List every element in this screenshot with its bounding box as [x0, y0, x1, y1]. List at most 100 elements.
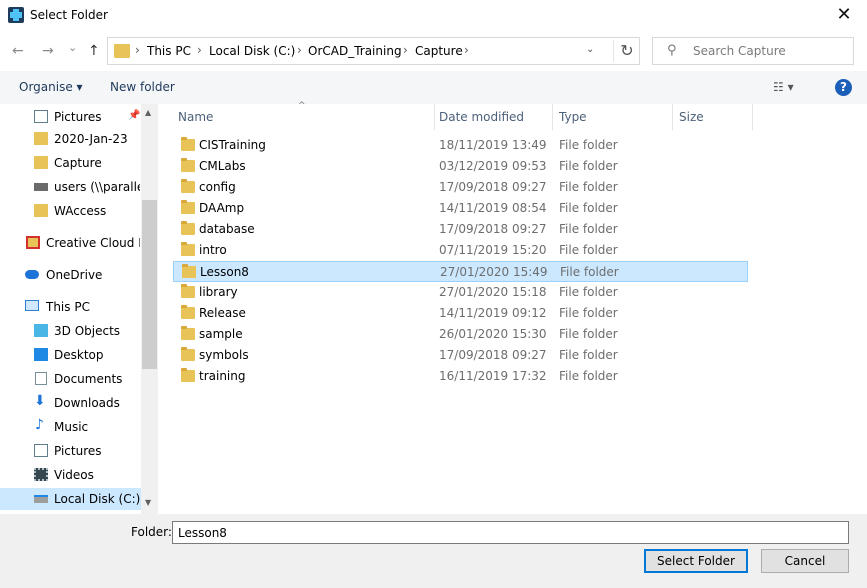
refresh-button[interactable]: ↻	[613, 40, 640, 62]
folder-name-input[interactable]	[172, 521, 849, 544]
row-name: symbols	[199, 348, 249, 362]
column-header-size[interactable]: Size	[679, 110, 704, 124]
file-list: ^ Name Date modified Type Size CISTraini…	[158, 101, 867, 514]
row-date: 27/01/2020 15:18	[439, 285, 547, 299]
sidebar-item-music[interactable]: ♪ Music	[0, 416, 141, 438]
sidebar-scrollbar-thumb[interactable]	[142, 200, 157, 369]
sidebar-item-onedrive[interactable]: OneDrive	[0, 264, 141, 286]
row-name: CMLabs	[199, 159, 246, 173]
table-row[interactable]: training 16/11/2019 17:32 File folder	[173, 366, 748, 387]
address-dropdown-button[interactable]: ⌄	[586, 44, 594, 55]
sidebar-item-documents[interactable]: Documents	[0, 368, 141, 390]
column-header-type[interactable]: Type	[559, 110, 587, 124]
sidebar-item-downloads[interactable]: ⬇ Downloads	[0, 392, 141, 414]
row-name: Release	[199, 306, 246, 320]
organise-button[interactable]: Organise ▾	[19, 80, 83, 94]
folder-icon	[181, 179, 195, 193]
breadcrumb-orcad-training[interactable]: OrCAD_Training	[308, 44, 402, 58]
folder-icon	[181, 221, 195, 235]
videos-icon	[34, 468, 48, 481]
column-header-date[interactable]: Date modified	[439, 110, 524, 124]
row-type: File folder	[560, 265, 619, 279]
table-row[interactable]: sample 26/01/2020 15:30 File folder	[173, 324, 748, 345]
breadcrumb-local-disk[interactable]: Local Disk (C:)	[209, 44, 295, 58]
breadcrumb-this-pc[interactable]: This PC	[147, 44, 191, 58]
sidebar-item-this-pc[interactable]: This PC	[0, 296, 141, 318]
app-icon	[8, 7, 24, 23]
table-row[interactable]: intro 07/11/2019 15:20 File folder	[173, 240, 748, 261]
breadcrumb-separator: ›	[135, 43, 140, 57]
sidebar-item-pictures-quick[interactable]: Pictures 📌	[0, 106, 141, 128]
back-button[interactable]: ←	[12, 43, 24, 59]
column-divider[interactable]	[434, 104, 435, 130]
row-name: DAAmp	[199, 201, 245, 215]
forward-button[interactable]: →	[42, 43, 54, 59]
table-row[interactable]: library 27/01/2020 15:18 File folder	[173, 282, 748, 303]
breadcrumb-separator: ›	[403, 43, 408, 57]
search-box[interactable]: ⚲ Search Capture	[652, 37, 854, 65]
row-date: 07/11/2019 15:20	[439, 243, 547, 257]
row-type: File folder	[559, 243, 618, 257]
column-header-name[interactable]: Name	[178, 110, 213, 124]
table-row[interactable]: CISTraining 18/11/2019 13:49 File folder	[173, 135, 748, 156]
sidebar-item-waccess[interactable]: WAccess	[0, 200, 141, 222]
breadcrumb-separator: ›	[197, 43, 202, 57]
row-type: File folder	[559, 369, 618, 383]
cancel-button[interactable]: Cancel	[761, 549, 849, 573]
row-type: File folder	[559, 138, 618, 152]
select-folder-button[interactable]: Select Folder	[644, 549, 748, 573]
sidebar-item-users-network[interactable]: users (\\parallelr	[0, 176, 141, 198]
folder-icon	[181, 326, 195, 340]
desktop-icon	[34, 348, 48, 361]
table-row[interactable]: config 17/09/2018 09:27 File folder	[173, 177, 748, 198]
sidebar-item-2020-jan-23[interactable]: 2020-Jan-23	[0, 128, 141, 150]
sidebar-item-capture[interactable]: Capture	[0, 152, 141, 174]
recent-locations-button[interactable]: ⌄	[68, 40, 77, 56]
sidebar-item-pictures[interactable]: Pictures	[0, 440, 141, 462]
sidebar-item-label: WAccess	[54, 204, 107, 218]
column-divider[interactable]	[552, 104, 553, 130]
sidebar-item-creative-cloud[interactable]: Creative Cloud Fil	[0, 232, 141, 254]
new-folder-button[interactable]: New folder	[110, 80, 175, 94]
onedrive-icon	[25, 270, 39, 279]
row-name: library	[199, 285, 238, 299]
close-button[interactable]: ✕	[821, 0, 867, 31]
column-divider[interactable]	[672, 104, 673, 130]
scroll-up-icon[interactable]: ▲	[145, 108, 151, 117]
breadcrumb-capture[interactable]: Capture	[415, 44, 463, 58]
sidebar-item-desktop[interactable]: Desktop	[0, 344, 141, 366]
row-type: File folder	[559, 159, 618, 173]
downloads-icon: ⬇	[34, 393, 46, 409]
table-row[interactable]: Release 14/11/2019 09:12 File folder	[173, 303, 748, 324]
folder-icon	[181, 347, 195, 361]
column-divider[interactable]	[752, 104, 753, 130]
sidebar-item-label: Videos	[54, 468, 94, 482]
dialog-footer: Folder: Select Folder Cancel	[0, 514, 867, 588]
table-row[interactable]: symbols 17/09/2018 09:27 File folder	[173, 345, 748, 366]
row-date: 27/01/2020 15:49	[440, 265, 548, 279]
view-options-icon[interactable]: ☷ ▾	[773, 80, 794, 94]
row-type: File folder	[559, 327, 618, 341]
row-name: sample	[199, 327, 243, 341]
title-bar: Select Folder ✕	[0, 0, 867, 31]
table-row-selected[interactable]: Lesson8 27/01/2020 15:49 File folder	[173, 261, 748, 282]
folder-icon	[34, 156, 48, 169]
sidebar-item-label: This PC	[46, 300, 90, 314]
folder-icon	[181, 200, 195, 214]
up-button[interactable]: ↑	[88, 43, 100, 59]
3d-objects-icon	[34, 324, 48, 337]
sidebar-item-local-disk[interactable]: Local Disk (C:)	[0, 488, 141, 510]
help-icon[interactable]: ?	[835, 79, 852, 96]
table-row[interactable]: DAAmp 14/11/2019 08:54 File folder	[173, 198, 748, 219]
sidebar-item-videos[interactable]: Videos	[0, 464, 141, 486]
row-type: File folder	[559, 285, 618, 299]
sidebar-item-3d-objects[interactable]: 3D Objects	[0, 320, 141, 342]
pin-icon: 📌	[128, 110, 141, 121]
folder-icon	[181, 158, 195, 172]
music-icon: ♪	[35, 417, 44, 433]
scroll-down-icon[interactable]: ▼	[145, 498, 151, 507]
row-name: training	[199, 369, 246, 383]
table-row[interactable]: database 17/09/2018 09:27 File folder	[173, 219, 748, 240]
table-row[interactable]: CMLabs 03/12/2019 09:53 File folder	[173, 156, 748, 177]
address-bar[interactable]: › This PC › Local Disk (C:) › OrCAD_Trai…	[107, 37, 640, 65]
